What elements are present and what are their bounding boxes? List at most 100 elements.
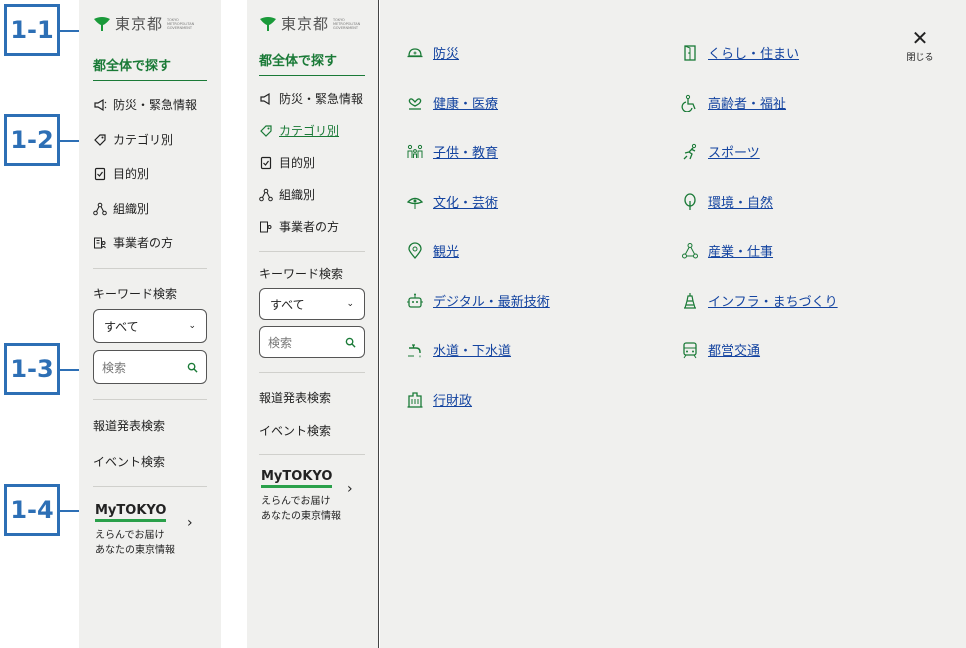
keyword-search-label: キーワード検索 <box>93 287 178 301</box>
category-link-children[interactable]: 子供・教育 <box>406 142 498 161</box>
helmet-icon <box>406 44 424 62</box>
nav-item-organization[interactable]: 組織別 <box>259 186 315 203</box>
category-link-health[interactable]: 健康・医療 <box>406 93 498 112</box>
nav-item-label: カテゴリ別 <box>279 124 340 138</box>
category-label: 観光 <box>433 245 460 260</box>
category-link-living[interactable]: くらし・住まい <box>681 43 799 62</box>
nav-item-label: 防災・緊急情報 <box>279 92 364 106</box>
category-link-digital[interactable]: デジタル・最新技術 <box>406 291 550 310</box>
close-label: 閉じる <box>906 53 934 63</box>
ginkgo-logo-icon <box>94 16 110 31</box>
nav-item-category[interactable]: カテゴリ別 <box>93 131 173 148</box>
category-link-tourism[interactable]: 観光 <box>406 241 459 260</box>
nav-item-label: 目的別 <box>279 156 316 170</box>
nav-item-business[interactable]: 事業者の方 <box>93 234 173 251</box>
nav-item-organization[interactable]: 組織別 <box>93 200 149 217</box>
door-icon <box>681 44 699 62</box>
close-icon: ✕ <box>911 26 929 50</box>
nav-item-label: 防災・緊急情報 <box>113 98 198 112</box>
logo-text: 東京都 <box>115 15 164 33</box>
divider <box>259 454 365 455</box>
category-link-administration[interactable]: 行財政 <box>406 390 472 409</box>
nav-item-business[interactable]: 事業者の方 <box>259 218 339 235</box>
category-link-culture[interactable]: 文化・芸術 <box>406 192 498 211</box>
category-link-industry[interactable]: 産業・仕事 <box>681 241 773 260</box>
megaphone-icon <box>93 98 107 112</box>
tag-icon <box>259 124 273 138</box>
search-icon[interactable] <box>345 337 356 348</box>
mytokyo-logo: MyTOKYO <box>95 503 167 522</box>
category-label: 子供・教育 <box>433 146 499 161</box>
category-link-waterworks[interactable]: 水道・下水道 <box>406 340 511 359</box>
category-label: スポーツ <box>708 146 760 161</box>
nav-item-disaster[interactable]: 防災・緊急情報 <box>93 96 197 113</box>
category-label: デジタル・最新技術 <box>433 295 550 310</box>
checklist-icon <box>93 167 107 181</box>
nav-item-label: 組織別 <box>113 202 150 216</box>
sidebar-open: 東京都 TOKYO METROPOLITAN GOVERNMENT 都全体で探す… <box>247 0 379 648</box>
divider <box>93 399 207 400</box>
nav-item-purpose[interactable]: 目的別 <box>93 165 149 182</box>
close-button[interactable]: ✕ 閉じる <box>904 28 936 63</box>
search-input[interactable]: 検索 <box>93 350 207 384</box>
category-label: インフラ・まちづくり <box>708 295 838 310</box>
tokyo-logo[interactable]: 東京都 TOKYO METROPOLITAN GOVERNMENT <box>93 13 197 34</box>
logo-subtext: TOKYO METROPOLITAN GOVERNMENT <box>167 17 195 30</box>
checklist-icon <box>259 156 273 170</box>
press-release-search-link[interactable]: 報道発表検索 <box>259 389 331 406</box>
nav-item-category[interactable]: カテゴリ別 <box>259 122 339 139</box>
tag-icon <box>93 133 107 147</box>
search-scope-select[interactable]: すべて ⌄ <box>259 288 365 320</box>
mytokyo-line2: あなたの東京情報 <box>95 545 175 556</box>
tokyo-logo[interactable]: 東京都 TOKYO METROPOLITAN GOVERNMENT <box>259 13 363 34</box>
keyword-search-label: キーワード検索 <box>259 267 344 281</box>
mytokyo-line2: あなたの東京情報 <box>261 511 341 522</box>
nav-item-label: 目的別 <box>113 167 150 181</box>
category-label: 水道・下水道 <box>433 344 512 359</box>
mytokyo-banner[interactable]: MyTOKYO えらんでお届け あなたの東京情報 › <box>261 465 365 522</box>
event-search-link[interactable]: イベント検索 <box>93 453 165 470</box>
culture-icon <box>406 193 424 211</box>
org-chart-icon <box>259 188 273 202</box>
press-release-search-link[interactable]: 報道発表検索 <box>93 417 165 434</box>
government-building-icon <box>406 391 424 409</box>
divider <box>93 268 207 269</box>
industry-icon <box>681 242 699 260</box>
tower-icon <box>681 292 699 310</box>
annotation-label: 1-3 <box>4 343 60 395</box>
search-placeholder: 検索 <box>268 335 293 350</box>
category-link-disaster[interactable]: 防災 <box>406 43 459 62</box>
category-label: 防災 <box>433 47 460 62</box>
nav-item-purpose[interactable]: 目的別 <box>259 154 315 171</box>
event-search-link[interactable]: イベント検索 <box>259 422 331 439</box>
category-label: 文化・芸術 <box>433 196 499 211</box>
family-icon <box>406 143 424 161</box>
search-icon[interactable] <box>187 362 198 373</box>
category-link-environment[interactable]: 環境・自然 <box>681 192 773 211</box>
chevron-down-icon: ⌄ <box>188 321 196 331</box>
select-value: すべて <box>104 319 139 334</box>
search-scope-select[interactable]: すべて ⌄ <box>93 309 207 343</box>
runner-icon <box>681 143 699 161</box>
org-chart-icon <box>93 202 107 216</box>
nav-item-label: 事業者の方 <box>279 220 340 234</box>
sidebar-closed: 東京都 TOKYO METROPOLITAN GOVERNMENT 都全体で探す… <box>79 0 221 648</box>
search-input[interactable]: 検索 <box>259 326 365 358</box>
category-link-transportation[interactable]: 都営交通 <box>681 340 760 359</box>
category-link-infrastructure[interactable]: インフラ・まちづくり <box>681 291 838 310</box>
mytokyo-logo: MyTOKYO <box>261 469 333 488</box>
mytokyo-banner[interactable]: MyTOKYO えらんでお届け あなたの東京情報 › <box>95 499 207 559</box>
category-link-sports[interactable]: スポーツ <box>681 142 760 161</box>
category-label: 高齢者・福祉 <box>708 97 787 112</box>
map-pin-icon <box>406 241 424 260</box>
nav-item-disaster[interactable]: 防災・緊急情報 <box>259 90 363 107</box>
category-link-welfare[interactable]: 高齢者・福祉 <box>681 93 786 112</box>
search-placeholder: 検索 <box>102 360 127 375</box>
category-label: 都営交通 <box>708 344 761 359</box>
logo-text: 東京都 <box>281 15 330 33</box>
category-label: 行財政 <box>433 394 473 409</box>
annotation-label: 1-2 <box>4 114 60 166</box>
health-icon <box>406 94 424 112</box>
divider <box>93 486 207 487</box>
divider <box>259 251 365 252</box>
